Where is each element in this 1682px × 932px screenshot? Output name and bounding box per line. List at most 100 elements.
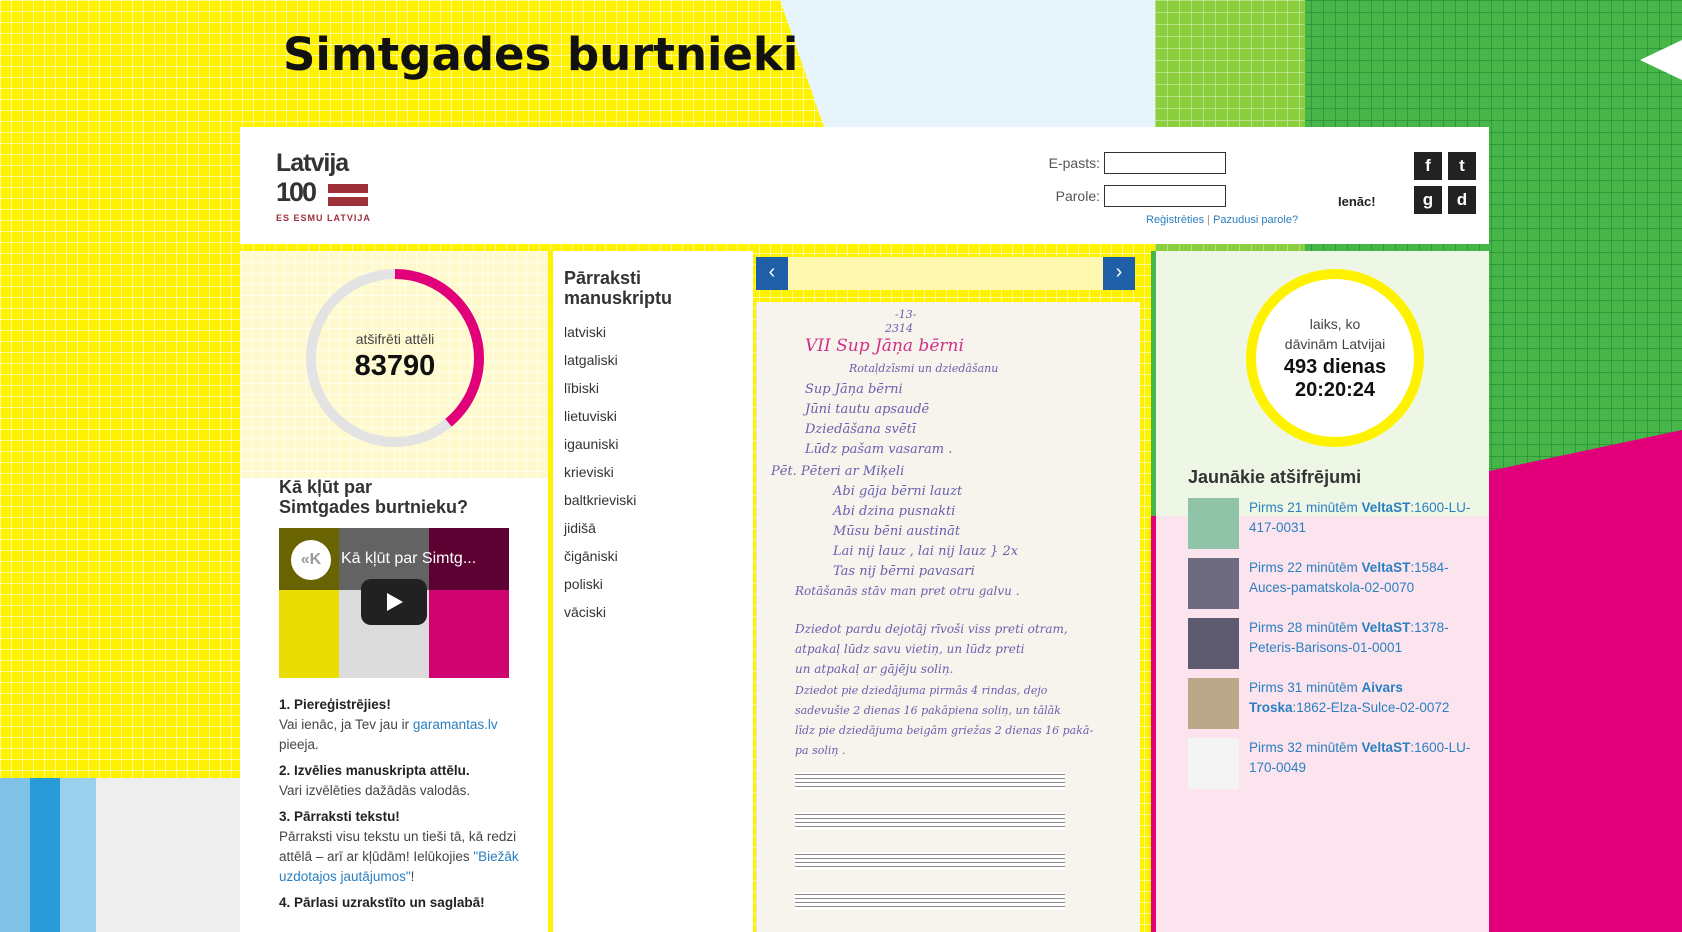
- background-blue-stripes: [0, 778, 96, 932]
- password-input[interactable]: [1104, 185, 1226, 207]
- step-3-title: 3. Pārraksti tekstu!: [279, 809, 400, 824]
- recent-time: Pirms 21 minūtēm: [1249, 500, 1358, 515]
- step-2-title: 2. Izvēlies manuskripta attēlu.: [279, 763, 470, 778]
- manuscript-thumbnail[interactable]: [1188, 498, 1239, 549]
- language-item-krieviski[interactable]: krieviski: [564, 462, 636, 490]
- music-staff: [795, 772, 1065, 790]
- chevron-left-icon[interactable]: ‹: [756, 257, 788, 290]
- countdown-ring: laiks, ko dāvinām Latvijai 493 dienas 20…: [1243, 266, 1427, 450]
- step-1: 1. Piereģistrējies! Vai ienāc, ja Tev ja…: [279, 695, 519, 755]
- howto-title-line2: Simtgades burtnieku?: [279, 497, 469, 517]
- garamantas-link[interactable]: garamantas.lv: [413, 717, 498, 732]
- language-item-ciganiski[interactable]: čigāniski: [564, 546, 636, 574]
- list-item[interactable]: Pirms 31 minūtēm Aivars Troska:1862-Elza…: [1188, 678, 1478, 732]
- manuscript-line: Lai nij lauz , lai nij lauz } 2x: [833, 544, 1019, 559]
- divider-pink: [1151, 516, 1156, 932]
- language-item-jidisa[interactable]: jidišā: [564, 518, 636, 546]
- twitter-icon[interactable]: t: [1448, 152, 1476, 180]
- howto-title: Kā kļūt par Simtgades burtnieku?: [279, 477, 519, 517]
- recent-time: Pirms 28 minūtēm: [1249, 620, 1358, 635]
- manuscript-thumbnail[interactable]: [1188, 738, 1239, 789]
- howto-steps: 1. Piereģistrējies! Vai ienāc, ja Tev ja…: [279, 695, 519, 919]
- register-link[interactable]: Reģistrēties: [1146, 214, 1204, 226]
- site-title: Simtgades burtnieki: [283, 28, 799, 81]
- language-item-latgaliski[interactable]: latgaliski: [564, 350, 636, 378]
- howto-video[interactable]: «K Kā kļūt par Simtg...: [279, 528, 509, 678]
- manuscript-line: Dziedot pie dziedājuma pirmās 4 rindas, …: [795, 684, 1048, 697]
- music-staff: [795, 812, 1065, 830]
- manuscript-thumbnail[interactable]: [1188, 618, 1239, 669]
- list-item[interactable]: Pirms 28 minūtēm VeltaST:1378-Peteris-Ba…: [1188, 618, 1478, 672]
- logo-word: Latvija: [276, 149, 349, 177]
- manuscript-line: Dziedot pardu dejotāj rīvoši viss preti …: [795, 622, 1068, 636]
- step-4-title: 4. Pārlasi uzrakstīto un saglabā!: [279, 895, 485, 910]
- manuscript-line: 2314: [885, 322, 913, 335]
- email-label: E-pasts:: [1048, 155, 1100, 171]
- manuscript-line: VII Sup Jāņa bērni: [805, 336, 964, 356]
- list-item[interactable]: Pirms 21 minūtēm VeltaST:1600-LU-417-003…: [1188, 498, 1478, 552]
- language-item-latviski[interactable]: latviski: [564, 322, 636, 350]
- list-item[interactable]: Pirms 22 minūtēm VeltaST:1584-Auces-pama…: [1188, 558, 1478, 612]
- list-item[interactable]: Pirms 32 minūtēm VeltaST:1600-LU-170-004…: [1188, 738, 1478, 792]
- manuscript-line: -13-: [895, 308, 917, 321]
- recent-item-id[interactable]: :1862-Elza-Sulce-02-0072: [1293, 700, 1450, 715]
- manuscript-line: un atpakaļ ar gājēju soliņ.: [795, 662, 954, 676]
- manuscript-line: atpakaļ lūdz savu vietiņ, un lūdz preti: [795, 642, 1025, 656]
- language-item-libiski[interactable]: lībiski: [564, 378, 636, 406]
- step-1-text-end: pieeja.: [279, 737, 319, 752]
- language-item-lietuviski[interactable]: lietuviski: [564, 406, 636, 434]
- progress-label: atšifrēti attēli: [355, 331, 435, 347]
- recent-item-text: Pirms 31 minūtēm Aivars Troska:1862-Elza…: [1249, 678, 1474, 718]
- google-icon[interactable]: g: [1414, 186, 1442, 214]
- latvija-100-logo[interactable]: Latvija 100 ES ESMU LATVIJA: [276, 149, 376, 225]
- manuscript-image[interactable]: -13- 2314 VII Sup Jāņa bērni Rotaļdzīsmi…: [756, 302, 1140, 932]
- language-list: latviski latgaliski lībiski lietuviski i…: [564, 322, 636, 630]
- recent-item-text: Pirms 32 minūtēm VeltaST:1600-LU-170-004…: [1249, 738, 1474, 778]
- link-separator: |: [1207, 214, 1210, 226]
- manuscript-line: Jūni tautu apsaudē: [805, 402, 930, 417]
- manuscript-line: Abi dzina pusnakti: [833, 504, 956, 519]
- countdown-label-1: laiks, ko: [1309, 316, 1361, 332]
- manuscript-line: Pēt. Pēteri ar Miķeli: [771, 464, 905, 479]
- recent-user[interactable]: VeltaST: [1362, 500, 1411, 515]
- manuscript-thumbnail[interactable]: [1188, 558, 1239, 609]
- language-item-igauniski[interactable]: igauniski: [564, 434, 636, 462]
- step-1-title: 1. Piereģistrējies!: [279, 697, 391, 712]
- manuscript-line: Lūdz pašam vasaram .: [805, 442, 953, 457]
- recent-item-text: Pirms 28 minūtēm VeltaST:1378-Peteris-Ba…: [1249, 618, 1474, 658]
- language-panel-title: Pārraksti manuskriptu: [564, 268, 672, 308]
- login-button[interactable]: Ienāc!: [1338, 194, 1376, 209]
- progress-value: 83790: [354, 350, 436, 382]
- step-3-text-end: !: [410, 869, 415, 884]
- logo-number: 100: [276, 177, 317, 207]
- background-light-blue-shape: [780, 0, 1155, 130]
- language-item-baltkrieviski[interactable]: baltkrieviski: [564, 490, 636, 518]
- recent-user[interactable]: VeltaST: [1362, 620, 1411, 635]
- forgot-password-link[interactable]: Pazudusi parole?: [1213, 214, 1298, 226]
- countdown-label-2: dāvinām Latvijai: [1284, 336, 1386, 352]
- draugiem-icon[interactable]: d: [1448, 186, 1476, 214]
- email-input[interactable]: [1104, 152, 1226, 174]
- manuscript-line: Mūsu bēni austināt: [833, 524, 961, 539]
- language-item-vaciski[interactable]: vāciski: [564, 602, 636, 630]
- recent-user[interactable]: VeltaST: [1362, 740, 1411, 755]
- latest-title: Jaunākie atšifrējumi: [1188, 467, 1362, 487]
- step-4: 4. Pārlasi uzrakstīto un saglabā!: [279, 893, 519, 913]
- password-label: Parole:: [1055, 188, 1100, 204]
- manuscript-thumbnail[interactable]: [1188, 678, 1239, 729]
- recent-user[interactable]: VeltaST: [1362, 560, 1411, 575]
- logo-tagline: ES ESMU LATVIJA: [276, 213, 371, 223]
- play-icon[interactable]: [361, 579, 427, 625]
- manuscript-line: Rotaļdzīsmi un dziedāšanu: [849, 362, 999, 375]
- step-2: 2. Izvēlies manuskripta attēlu. Vari izv…: [279, 761, 519, 801]
- music-staff: [795, 852, 1065, 870]
- step-2-text: Vari izvēlēties dažādās valodās.: [279, 783, 471, 798]
- language-title-line1: Pārraksti: [564, 268, 642, 288]
- manuscript-line: sadevušie 2 dienas 16 pakāpiena soliņ, u…: [795, 704, 1061, 717]
- recent-time: Pirms 22 minūtēm: [1249, 560, 1358, 575]
- language-item-poliski[interactable]: poliski: [564, 574, 636, 602]
- manuscript-line: Dziedāšana svētī: [805, 422, 916, 437]
- facebook-icon[interactable]: f: [1414, 152, 1442, 180]
- manuscript-line: Tas nij bērni pavasari: [833, 564, 975, 579]
- chevron-right-icon[interactable]: ›: [1103, 257, 1135, 290]
